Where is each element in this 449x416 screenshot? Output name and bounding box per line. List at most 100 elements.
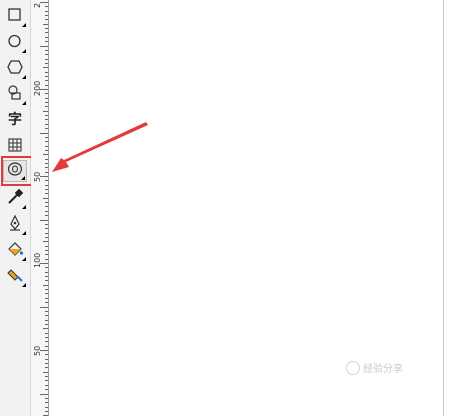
ruler-tick	[45, 128, 48, 130]
ruler-tick	[45, 332, 48, 334]
table-icon	[6, 136, 24, 158]
ruler-tick	[45, 54, 48, 56]
ruler-tick	[45, 180, 48, 182]
ruler-tick	[45, 310, 48, 312]
ruler-tick	[45, 6, 48, 8]
ruler-tick	[45, 249, 48, 251]
ruler-label: 50	[33, 171, 42, 182]
ruler-tick	[45, 162, 48, 164]
ruler-label: 200	[33, 80, 42, 96]
ruler-tick	[45, 80, 48, 82]
outline-pen-tool[interactable]	[3, 214, 27, 236]
ruler-tick	[45, 267, 48, 269]
interactive-fill-tool[interactable]	[3, 266, 27, 288]
ruler-tick	[45, 363, 48, 365]
ruler-tick	[45, 384, 48, 386]
ruler-tick	[45, 36, 48, 38]
ruler-tick	[45, 93, 48, 95]
ruler-tick	[45, 397, 48, 399]
polygon-tool[interactable]	[3, 58, 27, 80]
ruler-tick	[45, 75, 48, 77]
ruler-tick	[45, 245, 48, 247]
ruler-tick	[45, 367, 48, 369]
ruler-tick	[43, 371, 48, 373]
ruler-tick	[45, 202, 48, 204]
contour-tool[interactable]	[3, 160, 27, 182]
flyout-indicator	[22, 231, 26, 235]
flyout-indicator	[21, 176, 25, 180]
rectangle-tool[interactable]	[3, 6, 27, 28]
ruler-tick	[45, 358, 48, 360]
ruler-tick	[45, 341, 48, 343]
vertical-ruler[interactable]: 2 200 50 100 50	[31, 0, 49, 416]
ruler-tick	[45, 380, 48, 382]
ruler-tick	[43, 67, 48, 69]
ruler-tick	[45, 354, 48, 356]
ruler-tick	[45, 406, 48, 408]
flyout-indicator	[22, 49, 26, 53]
drawing-canvas[interactable]	[49, 0, 444, 416]
ruler-tick	[45, 41, 48, 43]
ruler-tick	[45, 293, 48, 295]
ruler-tick	[45, 236, 48, 238]
ruler-tick	[40, 219, 48, 221]
ruler-tick	[45, 167, 48, 169]
ruler-tick	[45, 145, 48, 147]
ruler-tick	[40, 393, 48, 395]
ruler-tick	[45, 210, 48, 212]
ruler-tick	[45, 206, 48, 208]
ruler-tick	[45, 193, 48, 195]
ruler-tick	[45, 258, 48, 260]
ruler-tick	[45, 276, 48, 278]
ruler-label: 2	[33, 2, 42, 8]
ruler-tick	[40, 45, 48, 47]
ruler-tick	[45, 149, 48, 151]
ruler-tick	[45, 32, 48, 34]
ruler-tick	[40, 132, 48, 134]
ruler-tick	[45, 15, 48, 17]
ruler-tick	[43, 154, 48, 156]
ruler-tick	[43, 110, 48, 112]
ruler-tick	[45, 280, 48, 282]
basic-shapes-tool[interactable]	[3, 84, 27, 106]
flyout-indicator	[22, 101, 26, 105]
ruler-tick	[45, 119, 48, 121]
ruler-tick	[45, 184, 48, 186]
text-tool[interactable]: 字	[3, 108, 27, 130]
watermark-text: 经验分享	[363, 364, 403, 375]
ruler-tick	[45, 410, 48, 412]
ruler-tick	[45, 141, 48, 143]
ruler-tick	[45, 215, 48, 217]
ruler-tick	[45, 389, 48, 391]
text-icon: 字	[8, 112, 22, 128]
ruler-tick	[45, 189, 48, 191]
ruler-tick	[45, 102, 48, 104]
ruler-tick	[45, 171, 48, 173]
fill-tool[interactable]	[3, 240, 27, 262]
ruler-tick	[45, 158, 48, 160]
ruler-tick	[45, 123, 48, 125]
toolbox: 字	[0, 0, 31, 416]
ruler-tick	[45, 28, 48, 30]
ruler-tick	[45, 336, 48, 338]
table-tool[interactable]	[3, 136, 27, 158]
ruler-tick	[45, 228, 48, 230]
ruler-tick	[45, 232, 48, 234]
ruler-tick	[45, 97, 48, 99]
ruler-tick	[45, 297, 48, 299]
ruler-tick	[45, 345, 48, 347]
ellipse-tool[interactable]	[3, 32, 27, 54]
ruler-tick	[45, 106, 48, 108]
ruler-tick	[45, 289, 48, 291]
ruler-tick	[45, 115, 48, 117]
ruler-tick	[45, 402, 48, 404]
ruler-label: 50	[33, 345, 42, 356]
ruler-tick	[45, 84, 48, 86]
eyedropper-tool[interactable]	[3, 188, 27, 210]
canvas-margin	[444, 0, 449, 416]
ruler-tick	[43, 284, 48, 286]
ruler-tick	[43, 197, 48, 199]
ruler-tick	[45, 136, 48, 138]
ruler-tick	[40, 306, 48, 308]
ruler-tick	[45, 10, 48, 12]
